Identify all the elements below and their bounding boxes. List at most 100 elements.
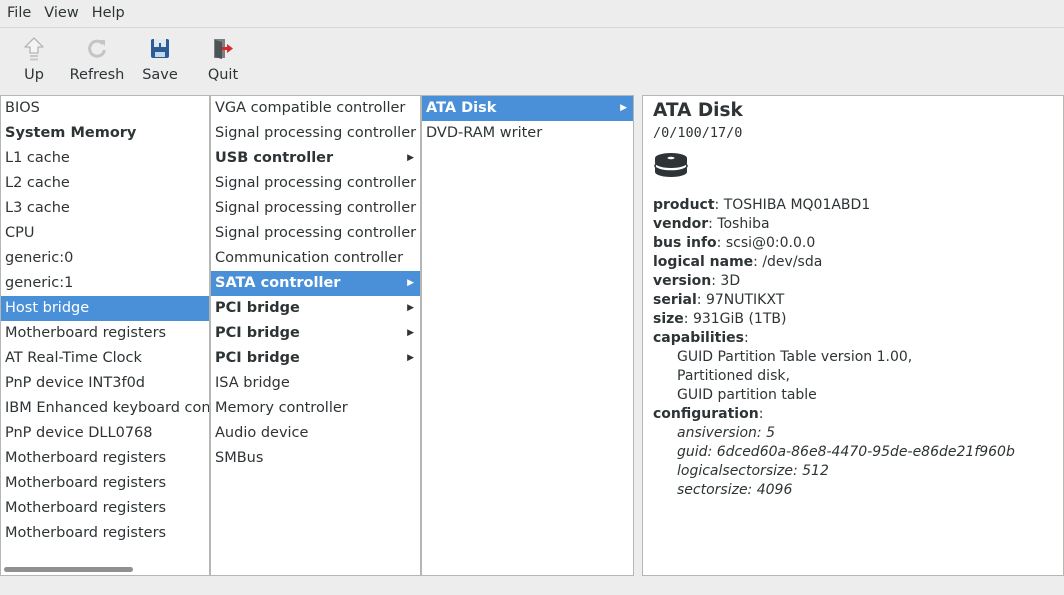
- column2-item[interactable]: Audio device: [211, 421, 420, 446]
- capability-item: GUID partition table: [677, 387, 817, 403]
- device-label: L2 cache: [5, 175, 70, 191]
- column2-item[interactable]: Signal processing controller: [211, 196, 420, 221]
- column2-item[interactable]: VGA compatible controller: [211, 96, 420, 121]
- device-list-column-1[interactable]: BIOS System Memory L1 cache L2 cache L3 cach…: [0, 95, 210, 576]
- device-label: Signal processing controller: [215, 225, 417, 241]
- column1-item[interactable]: IBM Enhanced keyboard controller: [1, 396, 209, 421]
- column1-item[interactable]: generic:0: [1, 246, 209, 271]
- column1-item[interactable]: L1 cache: [1, 146, 209, 171]
- property-value: 97NUTIKXT: [701, 292, 785, 308]
- device-label: Signal processing controller: [215, 125, 417, 141]
- menu-help[interactable]: Help: [86, 0, 131, 27]
- column2-item[interactable]: PCI bridge ▶: [211, 321, 420, 346]
- column1-item[interactable]: PnP device INT3f0d: [1, 371, 209, 396]
- property-row: serial: 97NUTIKXT: [653, 292, 785, 308]
- expand-arrow-icon: ▶: [407, 353, 414, 363]
- property-value: 931GiB (1TB): [688, 311, 787, 327]
- device-label: PnP device DLL0768: [5, 425, 153, 441]
- device-label: SATA controller: [215, 275, 341, 291]
- device-label: Motherboard registers: [5, 325, 167, 341]
- column1-item[interactable]: PnP device DLL0768: [1, 421, 209, 446]
- status-bar: [0, 577, 1064, 595]
- configuration-item: ansiversion: 5: [677, 425, 775, 441]
- configuration-item: sectorsize: 4096: [677, 482, 793, 498]
- device-label: ATA Disk: [426, 100, 497, 116]
- property-key: vendor: [653, 216, 709, 232]
- column2-item[interactable]: SATA controller ▶: [211, 271, 420, 296]
- column1-item[interactable]: L3 cache: [1, 196, 209, 221]
- expand-arrow-icon: ▶: [407, 278, 414, 288]
- column1-item[interactable]: AT Real-Time Clock: [1, 346, 209, 371]
- property-key: product: [653, 197, 715, 213]
- column3-item[interactable]: DVD-RAM writer: [422, 121, 633, 146]
- save-button[interactable]: Save: [125, 36, 195, 83]
- refresh-label: Refresh: [69, 67, 125, 83]
- column2-item[interactable]: USB controller ▶: [211, 146, 420, 171]
- column2-item[interactable]: Signal processing controller: [211, 221, 420, 246]
- device-label: Memory controller: [215, 400, 348, 416]
- device-label: AT Real-Time Clock: [5, 350, 142, 366]
- detail-title: ATA Disk: [653, 100, 743, 121]
- menu-file[interactable]: File: [1, 0, 37, 27]
- device-label: BIOS: [5, 100, 40, 116]
- property-list: product: TOSHIBA MQ01ABD1 vendor: Toshiba…: [653, 196, 1063, 500]
- device-list-column-2[interactable]: VGA compatible controller Signal processi…: [210, 95, 421, 576]
- refresh-button[interactable]: Refresh: [62, 36, 132, 83]
- column1-item[interactable]: BIOS: [1, 96, 209, 121]
- property-key: version: [653, 273, 712, 289]
- quit-button[interactable]: Quit: [188, 36, 258, 83]
- column1-item[interactable]: Motherboard registers: [1, 471, 209, 496]
- column2-item[interactable]: Memory controller: [211, 396, 420, 421]
- device-label: Signal processing controller: [215, 175, 417, 191]
- column1-item[interactable]: System Memory: [1, 121, 209, 146]
- property-key: logical name: [653, 254, 754, 270]
- up-button[interactable]: Up: [0, 36, 69, 83]
- device-label: DVD-RAM writer: [426, 125, 543, 141]
- column1-item[interactable]: L2 cache: [1, 171, 209, 196]
- column3-item[interactable]: ATA Disk ▶: [422, 96, 633, 121]
- column1-item[interactable]: generic:1: [1, 271, 209, 296]
- device-label: Motherboard registers: [5, 450, 167, 466]
- column1-item[interactable]: Motherboard registers: [1, 446, 209, 471]
- device-label: generic:0: [5, 250, 74, 266]
- device-label: PnP device INT3f0d: [5, 375, 146, 391]
- property-row: product: TOSHIBA MQ01ABD1: [653, 197, 871, 213]
- expand-arrow-icon: ▶: [407, 303, 414, 313]
- property-key: size: [653, 311, 684, 327]
- device-label: VGA compatible controller: [215, 100, 406, 116]
- column2-item[interactable]: Signal processing controller: [211, 121, 420, 146]
- device-label: L3 cache: [5, 200, 70, 216]
- horizontal-scrollbar[interactable]: [4, 567, 133, 572]
- property-row: size: 931GiB (1TB): [653, 311, 787, 327]
- device-label: PCI bridge: [215, 325, 300, 341]
- detail-path: /0/100/17/0: [653, 125, 743, 141]
- device-label: PCI bridge: [215, 350, 300, 366]
- column1-item[interactable]: Motherboard registers: [1, 321, 209, 346]
- device-list-column-3[interactable]: ATA Disk ▶ DVD-RAM writer: [421, 95, 634, 576]
- device-label: SMBus: [215, 450, 264, 466]
- configuration-item: logicalsectorsize: 512: [677, 463, 829, 479]
- property-value: TOSHIBA MQ01ABD1: [719, 197, 871, 213]
- property-row: version: 3D: [653, 273, 741, 289]
- save-label: Save: [142, 67, 178, 83]
- device-label: CPU: [5, 225, 35, 241]
- device-detail-panel: ATA Disk /0/100/17/0 product: TOSHIBA MQ…: [642, 95, 1064, 576]
- column2-item[interactable]: Signal processing controller: [211, 171, 420, 196]
- expand-arrow-icon: ▶: [407, 328, 414, 338]
- device-label: Motherboard registers: [5, 500, 167, 516]
- column2-item[interactable]: SMBus: [211, 446, 420, 471]
- column1-item[interactable]: Motherboard registers: [1, 521, 209, 546]
- column2-item[interactable]: PCI bridge ▶: [211, 296, 420, 321]
- menu-view[interactable]: View: [38, 0, 84, 27]
- column2-item[interactable]: Communication controller: [211, 246, 420, 271]
- device-label: generic:1: [5, 275, 74, 291]
- column1-item[interactable]: CPU: [1, 221, 209, 246]
- column2-item[interactable]: PCI bridge ▶: [211, 346, 420, 371]
- column1-item[interactable]: Motherboard registers: [1, 496, 209, 521]
- column2-item[interactable]: ISA bridge: [211, 371, 420, 396]
- device-label: PCI bridge: [215, 300, 300, 316]
- capability-item: Partitioned disk,: [677, 368, 790, 384]
- device-label: USB controller: [215, 150, 334, 166]
- device-label: Motherboard registers: [5, 525, 167, 541]
- column1-item[interactable]: Host bridge: [1, 296, 209, 321]
